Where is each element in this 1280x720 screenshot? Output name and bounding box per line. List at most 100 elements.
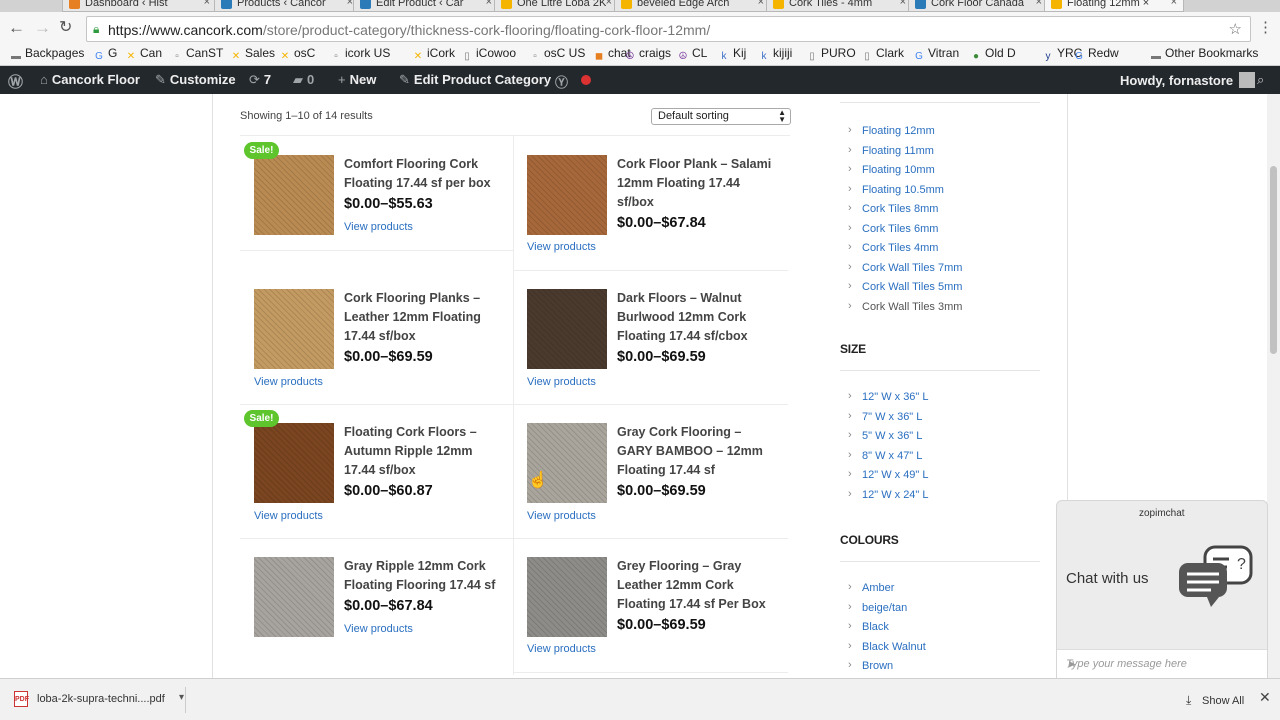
- bookmark-item[interactable]: ▯ iCowoo: [461, 46, 516, 63]
- browser-tab[interactable]: Dashboard ‹ Hist ×: [62, 0, 217, 12]
- url-text[interactable]: https://www.cancork.com/store/product-ca…: [108, 22, 710, 38]
- bookmark-item[interactable]: G Redw: [1073, 46, 1119, 63]
- customize-link[interactable]: ✎ Customize: [155, 72, 236, 88]
- bookmark-item[interactable]: ▫ icork US: [330, 46, 390, 63]
- close-tab-icon[interactable]: ×: [758, 0, 764, 8]
- view-products-link[interactable]: View products: [527, 376, 596, 388]
- thickness-filter-item[interactable]: Cork Tiles 8mm: [848, 202, 962, 223]
- thickness-filter-item[interactable]: Cork Tiles 6mm: [848, 222, 962, 243]
- product-title[interactable]: Gray Cork Flooring – GARY BAMBOO – 12mm …: [617, 423, 777, 480]
- product-image[interactable]: [254, 557, 334, 637]
- bookmark-item[interactable]: G Vitran: [913, 46, 959, 63]
- bookmark-item[interactable]: ▯ PURO: [806, 46, 855, 63]
- browser-tab[interactable]: beveled Edge Arch ×: [614, 0, 771, 12]
- browser-tab[interactable]: Products ‹ Cancor ×: [214, 0, 360, 12]
- view-products-link[interactable]: View products: [344, 218, 504, 237]
- bookmark-item[interactable]: k Kij: [718, 46, 747, 63]
- scrollbar-thumb[interactable]: [1270, 166, 1277, 354]
- comments-link[interactable]: ▰ 0: [293, 72, 314, 88]
- colour-filter-item[interactable]: Black Walnut: [848, 640, 926, 661]
- thickness-filter-item[interactable]: Floating 10mm: [848, 163, 962, 184]
- view-products-link[interactable]: View products: [527, 510, 596, 522]
- menu-icon[interactable]: ⋮: [1258, 18, 1273, 38]
- product-image[interactable]: [527, 557, 607, 637]
- bookmark-item[interactable]: ▫ CanST: [171, 46, 223, 63]
- browser-tab[interactable]: Edit Product ‹ Car ×: [353, 0, 499, 12]
- address-bar[interactable]: 🔒︎ https://www.cancork.com/store/product…: [86, 16, 1251, 42]
- bookmark-item[interactable]: ☮ CL: [677, 46, 708, 63]
- colour-filter-item[interactable]: beige/tan: [848, 601, 926, 622]
- product-title[interactable]: Cork Floor Plank – Salami 12mm Floating …: [617, 155, 777, 212]
- browser-tab[interactable]: Cork Tiles - 4mm ×: [766, 0, 913, 12]
- thickness-filter-item[interactable]: Cork Wall Tiles 7mm: [848, 261, 962, 282]
- product-title[interactable]: Dark Floors – Walnut Burlwood 12mm Cork …: [617, 289, 777, 346]
- bookmark-item[interactable]: ● Old D: [970, 46, 1016, 63]
- size-filter-item[interactable]: 5" W x 36" L: [848, 429, 929, 450]
- chevron-down-icon[interactable]: ▾: [179, 692, 184, 703]
- wordpress-icon[interactable]: Ⓦ: [8, 71, 23, 92]
- download-item[interactable]: PDF loba-2k-supra-techni....pdf ▾: [8, 687, 186, 713]
- star-icon[interactable]: ☆: [1229, 20, 1242, 38]
- chat-message-input[interactable]: Type your message here ➤: [1057, 649, 1267, 679]
- size-filter-item[interactable]: 12" W x 49" L: [848, 468, 929, 489]
- product-title[interactable]: Comfort Flooring Cork Floating 17.44 sf …: [344, 155, 504, 193]
- account-link[interactable]: Howdy, fornastore: [1120, 72, 1256, 88]
- bookmark-item[interactable]: ✕ Sales: [230, 46, 275, 63]
- product-title[interactable]: Grey Flooring – Gray Leather 12mm Cork F…: [617, 557, 777, 614]
- view-products-link[interactable]: View products: [527, 241, 596, 253]
- bookmark-item[interactable]: GG: [93, 46, 117, 63]
- size-filter-item[interactable]: 7" W x 36" L: [848, 410, 929, 431]
- bookmark-item[interactable]: ✕ iCork: [412, 46, 455, 63]
- thickness-filter-item[interactable]: Floating 11mm: [848, 144, 962, 165]
- send-icon[interactable]: ➤: [1066, 658, 1259, 671]
- site-name-link[interactable]: ⌂ Cancork Floor: [40, 72, 140, 87]
- bookmark-item[interactable]: ✕ Can: [125, 46, 162, 63]
- reload-button[interactable]: ↻: [59, 18, 72, 38]
- view-products-link[interactable]: View products: [254, 510, 323, 522]
- view-products-link[interactable]: View products: [254, 376, 323, 388]
- browser-tab[interactable]: One Litre Loba 2K ×: [494, 0, 619, 12]
- size-filter-item[interactable]: 8" W x 47" L: [848, 449, 929, 470]
- product-image[interactable]: [527, 289, 607, 369]
- close-tab-icon[interactable]: ×: [486, 0, 492, 8]
- product-image[interactable]: [254, 423, 334, 503]
- show-all-button[interactable]: ⤓ Show All: [1179, 687, 1249, 713]
- browser-tab[interactable]: Floating 12mm × ×: [1044, 0, 1184, 12]
- product-image[interactable]: [254, 289, 334, 369]
- back-button[interactable]: ←: [8, 18, 25, 38]
- colour-filter-item[interactable]: Black: [848, 620, 926, 641]
- product-image[interactable]: [527, 423, 607, 503]
- size-filter-item[interactable]: 12" W x 36" L: [848, 390, 929, 411]
- bookmark-item[interactable]: ▯ Clark: [861, 46, 904, 63]
- sorting-select[interactable]: Default sorting ▲ ▼: [651, 108, 791, 125]
- bookmark-item[interactable]: k kijiji: [758, 46, 793, 63]
- updates-link[interactable]: ⟳ 7: [249, 72, 271, 88]
- bookmark-item[interactable]: ✕ osC: [279, 46, 316, 63]
- colour-filter-item[interactable]: Amber: [848, 581, 926, 602]
- bookmark-item[interactable]: ▫ osC US: [529, 46, 585, 63]
- view-products-link[interactable]: View products: [344, 620, 504, 639]
- edit-category-link[interactable]: ✎ Edit Product Category: [399, 72, 551, 88]
- close-tab-icon[interactable]: ×: [1171, 0, 1177, 8]
- product-title[interactable]: Floating Cork Floors – Autumn Ripple 12m…: [344, 423, 504, 480]
- browser-tab[interactable]: Cork Floor Canada ×: [908, 0, 1049, 12]
- product-title[interactable]: Gray Ripple 12mm Cork Floating Flooring …: [344, 557, 504, 595]
- yoast-icon[interactable]: Ⓨ: [555, 72, 568, 91]
- bookmark-item[interactable]: ☮ craigs: [624, 46, 672, 63]
- search-icon[interactable]: ⌕: [1257, 72, 1264, 88]
- product-title[interactable]: Cork Flooring Planks – Leather 12mm Floa…: [344, 289, 504, 346]
- new-content-link[interactable]: + New: [338, 72, 376, 87]
- close-tab-icon[interactable]: ×: [900, 0, 906, 8]
- colour-filter-item[interactable]: Brown: [848, 659, 926, 680]
- size-filter-item[interactable]: 12" W x 24" L: [848, 488, 929, 509]
- close-tab-icon[interactable]: ×: [204, 0, 210, 8]
- thickness-filter-item[interactable]: Cork Tiles 4mm: [848, 241, 962, 262]
- thickness-filter-item[interactable]: Floating 12mm: [848, 124, 962, 145]
- bookmark-item[interactable]: ▬ Other Bookmarks: [1150, 46, 1258, 63]
- close-tab-icon[interactable]: ×: [1036, 0, 1042, 8]
- close-tab-icon[interactable]: ×: [606, 0, 612, 8]
- product-image[interactable]: [254, 155, 334, 235]
- thickness-filter-item[interactable]: Cork Wall Tiles 5mm: [848, 280, 962, 301]
- product-image[interactable]: [527, 155, 607, 235]
- chat-widget[interactable]: zopimchat Chat with us ? Type your messa…: [1056, 500, 1268, 679]
